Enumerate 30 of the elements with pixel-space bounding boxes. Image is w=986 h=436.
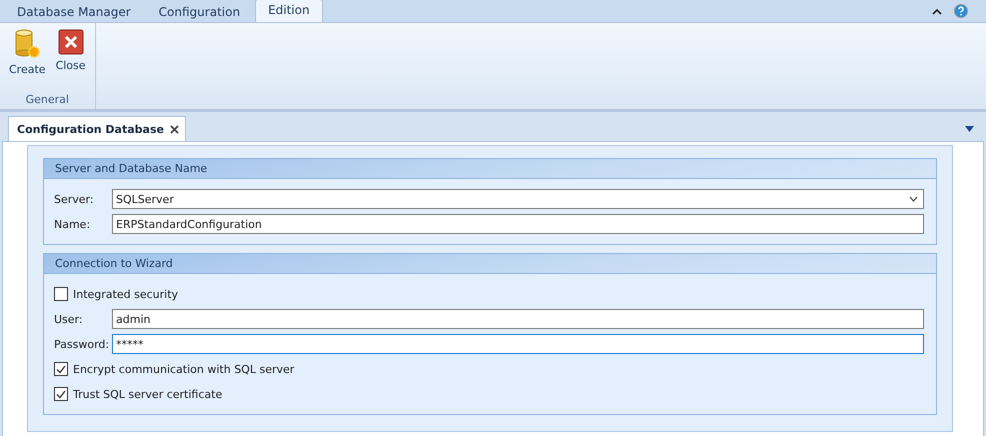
ribbon-button[interactable]: Create [6, 27, 49, 93]
section-title: Server and Database Name [44, 159, 936, 179]
ribbon-tab[interactable]: Edition [255, 0, 323, 22]
collapse-icon[interactable] [932, 8, 942, 14]
document-tab[interactable]: Configuration Database [8, 116, 186, 141]
help-icon[interactable] [954, 4, 968, 18]
database-icon [13, 29, 42, 59]
section-title: Connection to Wizard [44, 254, 936, 274]
field-label: Server: [54, 192, 95, 206]
checkbox[interactable]: Trust SQL server certificate [54, 384, 924, 404]
input-field[interactable]: admin [112, 309, 924, 329]
group-label: General [24, 93, 70, 108]
chevron-icon [909, 196, 918, 202]
field-label: User: [54, 312, 84, 326]
dropdown-field[interactable]: SQLServer [112, 189, 924, 209]
checkmark-icon [56, 364, 66, 374]
tab-label: Configuration Database [17, 122, 164, 136]
dropdown-icon[interactable] [965, 126, 974, 132]
checkbox[interactable]: Encrypt communication with SQL server [54, 359, 924, 379]
close-icon [58, 29, 84, 55]
close-icon[interactable] [170, 124, 179, 134]
checkbox[interactable]: Integrated security [54, 284, 924, 304]
input-field[interactable]: ERPStandardConfiguration [112, 214, 924, 234]
field-label: Password: [54, 338, 110, 350]
ribbon-button[interactable]: Close [52, 27, 89, 93]
input-field[interactable]: ***** [112, 334, 924, 354]
field-label: Name: [54, 218, 92, 230]
checkmark-icon [56, 390, 66, 398]
ribbon-tab[interactable]: Configuration [146, 1, 254, 22]
ribbon-tab[interactable]: Database Manager [4, 1, 144, 22]
